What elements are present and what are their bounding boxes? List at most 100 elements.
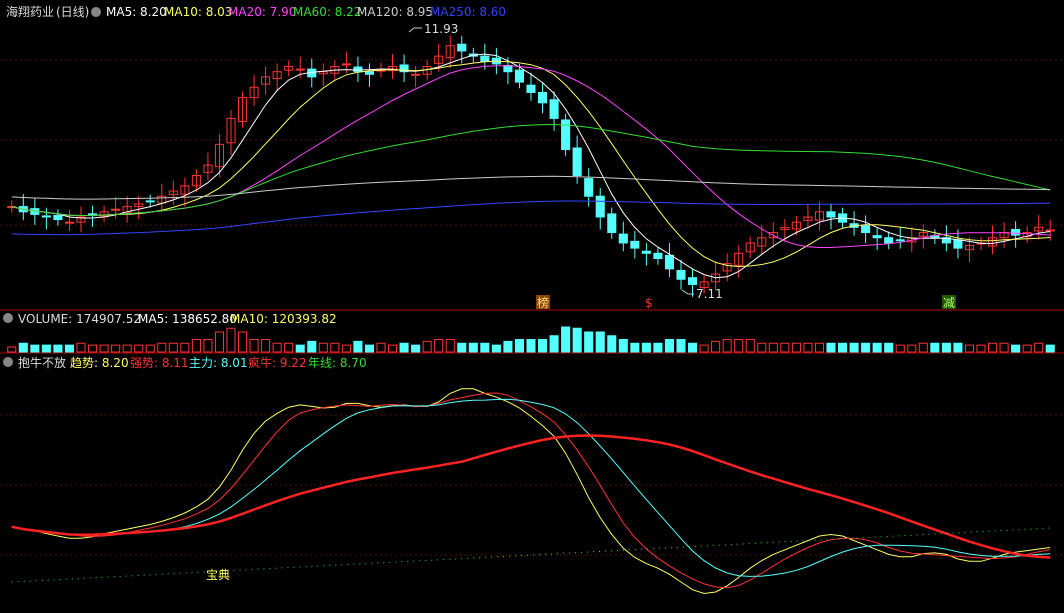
volume-label: VOLUME: 174907.52 <box>18 312 141 326</box>
candle-body <box>1045 229 1055 232</box>
volume-bar <box>734 339 744 353</box>
volume-bar <box>641 342 651 353</box>
settings-icon[interactable] <box>91 7 101 17</box>
candle-body <box>64 221 75 224</box>
indicator-header: 抱牛不放 趋势: 8.20 强势: 8.11 主力: 8.01 疯牛: 9.22… <box>3 355 367 370</box>
candle-body <box>618 233 628 244</box>
volume-bar <box>1011 344 1021 353</box>
volume-bar <box>503 340 513 353</box>
volume-bar <box>411 344 421 353</box>
trend-label: 趋势: 8.20 <box>70 356 129 370</box>
volume-bar <box>918 342 928 353</box>
volume-bar <box>191 339 201 353</box>
candle-body <box>514 69 525 83</box>
volume-bar <box>388 344 398 353</box>
volume-bar <box>757 342 767 353</box>
volume-bar <box>526 339 536 353</box>
candle-body <box>41 215 51 218</box>
stock-chart: 海翔药业 (日线) MA5: 8.20 MA10: 8.03 MA20: 7.9… <box>0 4 1064 595</box>
candle-body <box>145 200 155 203</box>
tag-dollar: $ <box>645 296 653 310</box>
volume-bar <box>307 340 317 353</box>
volume-header: VOLUME: 174907.52 MA5: 138652.80 MA10: 1… <box>3 312 337 326</box>
volume-bar <box>884 342 894 353</box>
strong-label: 强势: 8.11 <box>130 356 189 370</box>
volume-bar <box>480 342 490 353</box>
volume-bar <box>618 339 628 353</box>
volume-ma5-label: MA5: 138652.80 <box>138 312 237 326</box>
trend-line <box>11 388 1051 595</box>
crazy-line <box>11 434 1051 559</box>
ma250-line <box>11 200 1051 236</box>
volume-settings-icon[interactable] <box>3 313 13 323</box>
volume-bar <box>203 339 213 353</box>
volume-bar <box>226 327 236 353</box>
candle-body <box>572 147 582 176</box>
volume-bar <box>941 342 951 353</box>
indicator-bottom-label: 宝典 <box>206 568 230 582</box>
volume-bar <box>214 331 225 353</box>
volume-bar <box>964 344 975 353</box>
volume-bar <box>514 339 525 353</box>
volume-bar <box>353 340 363 353</box>
volume-bar <box>284 342 294 353</box>
volume-bar <box>930 342 940 353</box>
candle-body <box>53 214 63 221</box>
candle-body <box>549 99 559 119</box>
period-label: (日线) <box>56 5 89 19</box>
volume-bars-layer <box>7 326 1055 353</box>
volume-bar <box>907 344 917 353</box>
volume-bar <box>803 342 813 353</box>
volume-bar <box>364 344 374 353</box>
indicator-name: 抱牛不放 <box>18 355 66 370</box>
stock-name: 海翔药业 <box>6 4 54 19</box>
candle-body <box>861 225 871 234</box>
volume-bar <box>745 339 755 353</box>
candle-body <box>88 213 98 216</box>
volume-bar <box>76 342 86 353</box>
volume-bar <box>688 342 698 353</box>
volume-bar <box>122 344 132 353</box>
volume-bar <box>999 342 1009 353</box>
candle-body <box>411 73 421 76</box>
volume-bar <box>595 331 605 353</box>
candle-body <box>664 254 675 270</box>
volume-bar <box>53 344 63 353</box>
volume-bar <box>572 327 582 353</box>
volume-bar <box>676 339 686 353</box>
volume-bar <box>295 344 305 353</box>
ma120-line <box>11 175 1051 200</box>
volume-bar <box>111 344 121 353</box>
candle-body <box>826 211 836 218</box>
volume-bar <box>491 344 501 353</box>
candle-body <box>526 84 536 93</box>
candle-body <box>953 239 963 249</box>
high-marker-label: 11.93 <box>424 22 458 36</box>
tag-jian: 减 <box>943 296 955 310</box>
volume-bar <box>88 344 98 353</box>
volume-bar <box>7 346 17 353</box>
volume-bar <box>895 344 905 353</box>
volume-bar <box>30 344 40 353</box>
candle-body <box>895 239 905 242</box>
candle-body <box>538 91 548 104</box>
volume-bar <box>768 342 778 353</box>
volume-bar <box>653 342 663 353</box>
volume-bar <box>780 342 790 353</box>
volume-bar <box>272 342 282 353</box>
strong-line <box>11 392 1051 589</box>
ma10-label: MA10: 8.03 <box>164 5 232 19</box>
volume-bar <box>238 331 248 353</box>
price-header: 海翔药业 (日线) MA5: 8.20 MA10: 8.03 MA20: 7.9… <box>6 4 506 19</box>
volume-bar <box>145 344 155 353</box>
volume-bar <box>399 342 409 353</box>
ma120-label: MA120: 8.95 <box>357 5 433 19</box>
volume-bar <box>953 342 963 353</box>
volume-bar <box>341 344 351 353</box>
main-line <box>11 398 1051 577</box>
volume-bar <box>168 342 178 353</box>
candle-body <box>480 55 490 62</box>
volume-bar <box>791 342 801 353</box>
indicator-settings-icon[interactable] <box>3 357 13 367</box>
candle-body <box>584 178 594 197</box>
